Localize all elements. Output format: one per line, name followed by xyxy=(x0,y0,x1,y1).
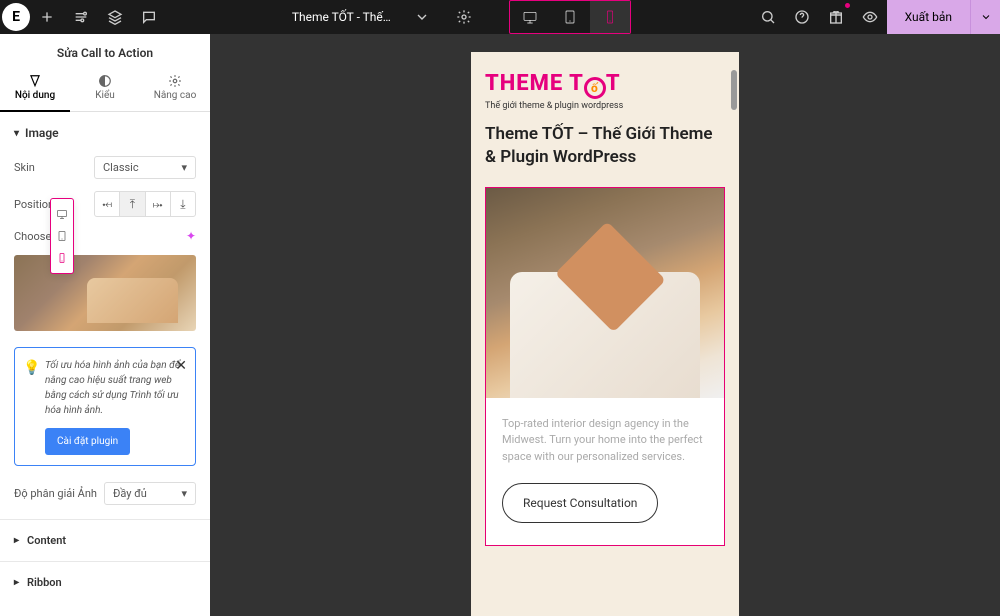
cta-description: Top-rated interior design agency in the … xyxy=(502,416,708,466)
tab-style-label: Kiểu xyxy=(95,90,115,101)
close-icon[interactable]: ✕ xyxy=(175,356,187,377)
tip-text: Tối ưu hóa hình ảnh của bạn để nâng cao … xyxy=(45,360,180,416)
section-ribbon-header[interactable]: ▸ Ribbon xyxy=(0,561,210,603)
device-mobile-button[interactable] xyxy=(590,1,630,33)
device-switcher xyxy=(509,0,631,34)
responsive-device-popup xyxy=(50,198,74,274)
popup-tablet-button[interactable] xyxy=(51,225,73,247)
cta-button[interactable]: Request Consultation xyxy=(502,483,658,523)
section-content-label: Content xyxy=(27,534,66,547)
logo-subtitle: Thế giới theme & plugin wordpress xyxy=(485,101,725,111)
page-heading: Theme TỐT – Thế Giới Theme & Plugin Word… xyxy=(485,123,725,169)
device-tablet-button[interactable] xyxy=(550,1,590,33)
page-title: Theme TỐT - Thế… xyxy=(286,10,397,24)
position-left-button[interactable]: ⤟ xyxy=(95,192,120,216)
preview-canvas: THEME TốT Thế giới theme & plugin wordpr… xyxy=(210,34,1000,616)
chevron-down-icon[interactable] xyxy=(405,0,439,34)
tab-advanced-label: Nâng cao xyxy=(154,90,197,101)
help-icon[interactable] xyxy=(785,0,819,34)
publish-button[interactable]: Xuất bản xyxy=(887,0,970,34)
cta-image xyxy=(486,188,724,398)
optimization-tip: 💡 ✕ Tối ưu hóa hình ảnh của bạn để nâng … xyxy=(14,347,196,466)
position-top-button[interactable]: ⤒ xyxy=(120,192,145,216)
section-content-header[interactable]: ▸ Content xyxy=(0,519,210,561)
add-icon[interactable] xyxy=(30,0,64,34)
position-right-button[interactable]: ⤠ xyxy=(146,192,171,216)
ai-sparkle-icon[interactable]: ✦ xyxy=(186,229,196,243)
preview-icon[interactable] xyxy=(853,0,887,34)
chevron-right-icon: ▸ xyxy=(14,535,19,546)
section-image-label: Image xyxy=(25,126,59,140)
chevron-down-icon: ▾ xyxy=(14,128,19,139)
skin-label: Skin xyxy=(14,161,94,174)
chevron-down-icon: ▾ xyxy=(181,161,187,174)
position-bottom-button[interactable]: ⤓ xyxy=(171,192,195,216)
scrollbar[interactable] xyxy=(731,70,737,110)
lightbulb-icon: 💡 xyxy=(23,358,40,379)
skin-value: Classic xyxy=(103,161,139,174)
tab-content-label: Nội dung xyxy=(15,90,55,101)
settings-sliders-icon[interactable] xyxy=(64,0,98,34)
device-desktop-button[interactable] xyxy=(510,1,550,33)
chevron-right-icon: ▸ xyxy=(14,577,19,588)
site-logo: THEME TốT Thế giới theme & plugin wordpr… xyxy=(485,70,725,111)
search-icon[interactable] xyxy=(751,0,785,34)
install-plugin-button[interactable]: Cài đặt plugin xyxy=(45,428,130,455)
elementor-logo[interactable]: E xyxy=(2,3,30,31)
resolution-value: Đầy đủ xyxy=(113,487,147,500)
popup-mobile-button[interactable] xyxy=(51,247,73,269)
layers-icon[interactable] xyxy=(98,0,132,34)
skin-select[interactable]: Classic ▾ xyxy=(94,156,196,179)
position-toggle: ⤟ ⤒ ⤠ ⤓ xyxy=(94,191,196,217)
section-ribbon-label: Ribbon xyxy=(27,576,62,589)
tab-advanced[interactable]: Nâng cao xyxy=(140,68,210,111)
image-preview[interactable] xyxy=(14,255,196,331)
gear-icon[interactable] xyxy=(447,0,481,34)
popup-desktop-button[interactable] xyxy=(51,203,73,225)
resolution-select[interactable]: Đầy đủ ▾ xyxy=(104,482,196,505)
widget-title: Sửa Call to Action xyxy=(0,34,210,68)
publish-chevron-button[interactable] xyxy=(970,0,1000,34)
chevron-down-icon: ▾ xyxy=(181,487,187,500)
mobile-preview-frame: THEME TốT Thế giới theme & plugin wordpr… xyxy=(471,52,739,616)
cta-widget[interactable]: Top-rated interior design agency in the … xyxy=(485,187,725,547)
tab-content[interactable]: Nội dung xyxy=(0,68,70,111)
gift-icon[interactable] xyxy=(819,0,853,34)
comment-icon[interactable] xyxy=(132,0,166,34)
editor-sidebar: Sửa Call to Action Nội dung Kiểu Nâng ca… xyxy=(0,34,210,616)
tab-style[interactable]: Kiểu xyxy=(70,68,140,111)
section-image-header[interactable]: ▾ Image xyxy=(0,112,210,150)
resolution-label: Độ phân giải Ảnh xyxy=(14,487,104,500)
